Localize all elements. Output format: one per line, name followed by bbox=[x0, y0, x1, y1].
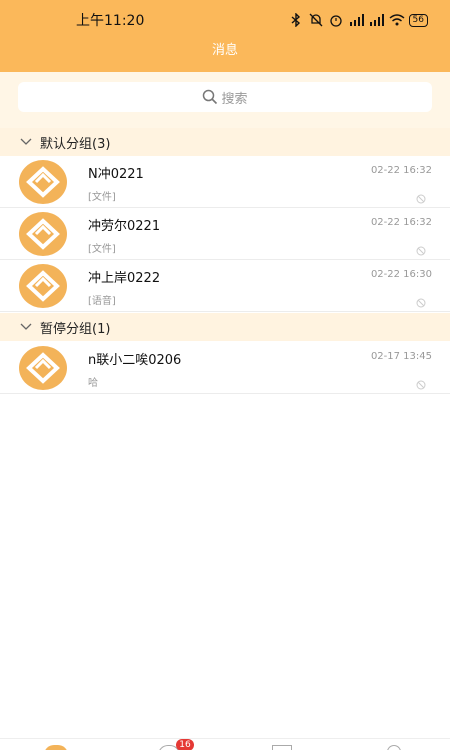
bell-muted-icon bbox=[309, 13, 323, 27]
tab-home-icon[interactable] bbox=[44, 745, 68, 750]
mute-icon bbox=[416, 375, 426, 390]
wifi-icon bbox=[389, 13, 405, 27]
chat-name: n联小二唉0206 bbox=[88, 353, 182, 368]
search-placeholder: 搜索 bbox=[221, 91, 248, 107]
chat-preview: [语音] bbox=[88, 296, 116, 307]
group-header-paused[interactable]: 暂停分组(1) bbox=[0, 313, 450, 341]
mute-icon bbox=[416, 241, 426, 256]
chat-preview: [文件] bbox=[88, 192, 116, 203]
alarm-icon bbox=[329, 13, 343, 27]
tab-bar: 16 bbox=[0, 738, 450, 750]
avatar bbox=[19, 346, 67, 390]
group-label: 默认分组(3) bbox=[40, 136, 111, 152]
chat-preview: [文件] bbox=[88, 244, 116, 255]
search-area: 搜索 bbox=[0, 72, 450, 128]
chat-time: 02-22 16:32 bbox=[370, 217, 432, 228]
search-input[interactable]: 搜索 bbox=[18, 82, 432, 112]
chat-row[interactable]: n联小二唉0206 哈 02-17 13:45 bbox=[0, 342, 450, 394]
signal-hd-icon-1 bbox=[349, 13, 364, 27]
chat-time: 02-17 13:45 bbox=[370, 351, 432, 362]
chevron-down-icon bbox=[20, 135, 34, 150]
avatar bbox=[19, 160, 67, 204]
chat-time: 02-22 16:30 bbox=[370, 269, 432, 280]
tab-profile-icon[interactable] bbox=[387, 745, 401, 750]
chat-name: 冲劳尔0221 bbox=[88, 219, 161, 234]
tab-apps-icon[interactable] bbox=[272, 745, 292, 750]
mute-icon bbox=[416, 189, 426, 204]
chat-name: 冲上岸0222 bbox=[88, 271, 161, 286]
chat-row[interactable]: N冲0221 [文件] 02-22 16:32 bbox=[0, 156, 450, 208]
bluetooth-icon bbox=[289, 12, 303, 28]
status-bar: 上午11:20 56 bbox=[0, 0, 450, 40]
chevron-down-icon bbox=[20, 320, 34, 335]
search-icon bbox=[203, 89, 218, 105]
chat-time: 02-22 16:32 bbox=[370, 165, 432, 176]
unread-badge: 16 bbox=[176, 739, 194, 750]
page-title: 消息 bbox=[211, 43, 238, 58]
chat-row[interactable]: 冲劳尔0221 [文件] 02-22 16:32 bbox=[0, 208, 450, 260]
chat-row[interactable]: 冲上岸0222 [语音] 02-22 16:30 bbox=[0, 260, 450, 312]
chat-preview: 哈 bbox=[88, 378, 98, 389]
status-time: 上午11:20 bbox=[76, 13, 145, 29]
mute-icon bbox=[416, 293, 426, 308]
avatar bbox=[19, 264, 67, 308]
group-label: 暂停分组(1) bbox=[40, 321, 111, 337]
status-icons: 56 bbox=[289, 12, 428, 28]
battery-indicator: 56 bbox=[408, 13, 428, 27]
chat-name: N冲0221 bbox=[88, 167, 144, 182]
signal-hd-icon-2 bbox=[369, 13, 384, 27]
page-header: 消息 bbox=[0, 40, 450, 72]
group-header-default[interactable]: 默认分组(3) bbox=[0, 128, 450, 156]
avatar bbox=[19, 212, 67, 256]
